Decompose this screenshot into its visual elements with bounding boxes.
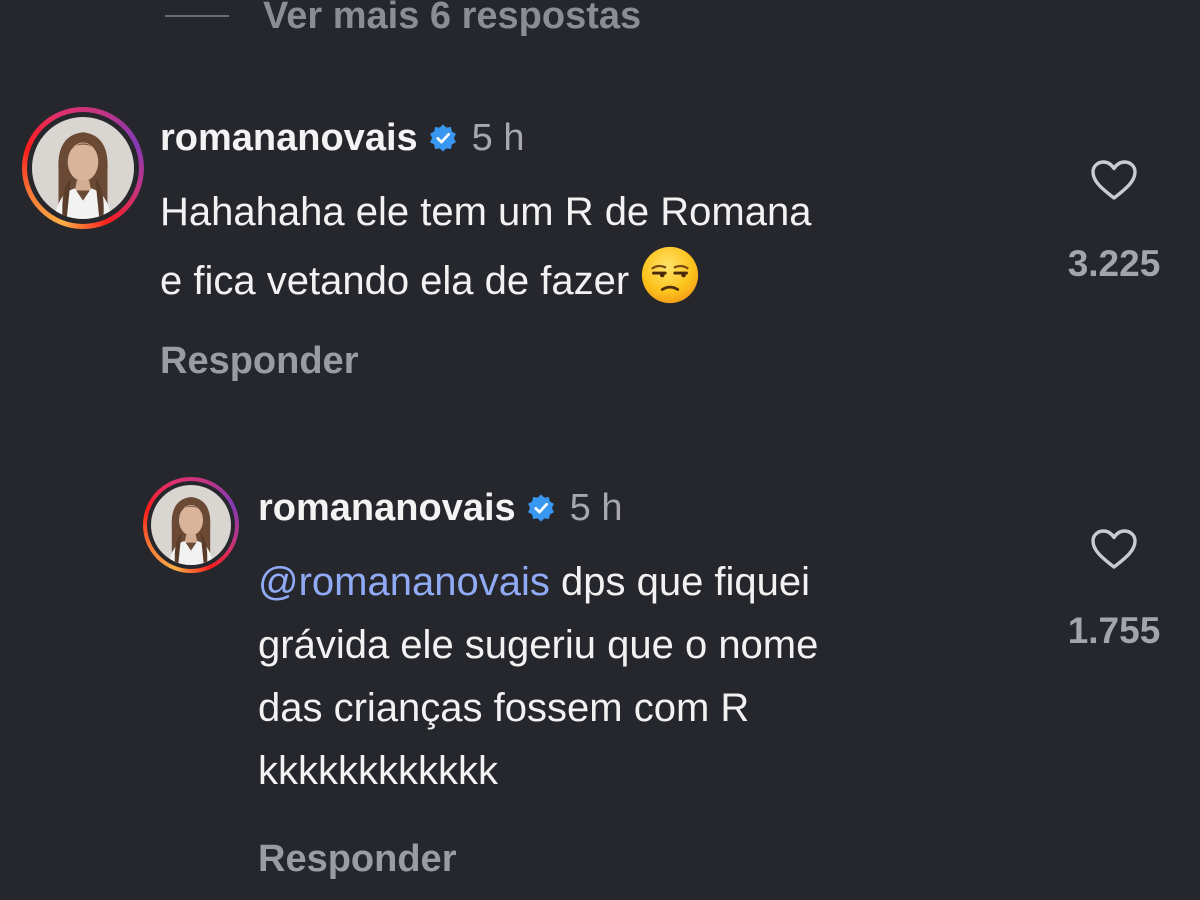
comment-line: e fica vetando ela de fazer: [160, 244, 811, 313]
comment-time: 5 h: [569, 487, 623, 529]
comment-line: @romananovais dps que fiquei: [258, 560, 811, 604]
avatar[interactable]: [22, 107, 144, 229]
username[interactable]: romananovais: [258, 485, 516, 531]
verified-badge-icon: [429, 124, 456, 152]
comment-line: Hahahaha ele tem um R de Romana: [160, 190, 812, 234]
avatar[interactable]: [143, 477, 239, 573]
verified-badge-icon: [527, 494, 554, 522]
heart-outline-icon[interactable]: [1089, 157, 1139, 203]
comment-line: grávida ele sugeriu que o nome: [258, 623, 819, 667]
view-more-replies-button[interactable]: Ver mais 6 respostas: [165, 0, 641, 44]
comment-text: @romananovais dps que fiquei grávida ele…: [258, 551, 818, 803]
unamused-face-emoji: [642, 246, 699, 304]
reply-button[interactable]: Responder: [258, 836, 456, 882]
like-count: 3.225: [1067, 243, 1161, 284]
comments-thread: Ver mais 6 respostas romananovais 5 h Ha…: [0, 0, 1200, 900]
comment-line: das crianças fossem com R: [258, 686, 750, 730]
mention-link[interactable]: @romananovais: [258, 560, 550, 604]
heart-outline-icon[interactable]: [1089, 526, 1139, 572]
like-count: 1.755: [1067, 610, 1161, 651]
comment-header: romananovais 5 h: [258, 485, 622, 531]
avatar-photo: [32, 117, 134, 219]
comment-text: Hahahaha ele tem um R de Romana e fica v…: [160, 181, 811, 313]
comment-line: kkkkkkkkkkkk: [258, 749, 498, 793]
username[interactable]: romananovais: [160, 115, 418, 161]
avatar-photo: [151, 485, 231, 565]
thread-line: [165, 15, 229, 17]
reply-button[interactable]: Responder: [160, 338, 358, 384]
comment-time: 5 h: [471, 117, 525, 159]
view-more-replies-label: Ver mais 6 respostas: [263, 0, 642, 37]
comment-header: romananovais 5 h: [160, 115, 524, 161]
